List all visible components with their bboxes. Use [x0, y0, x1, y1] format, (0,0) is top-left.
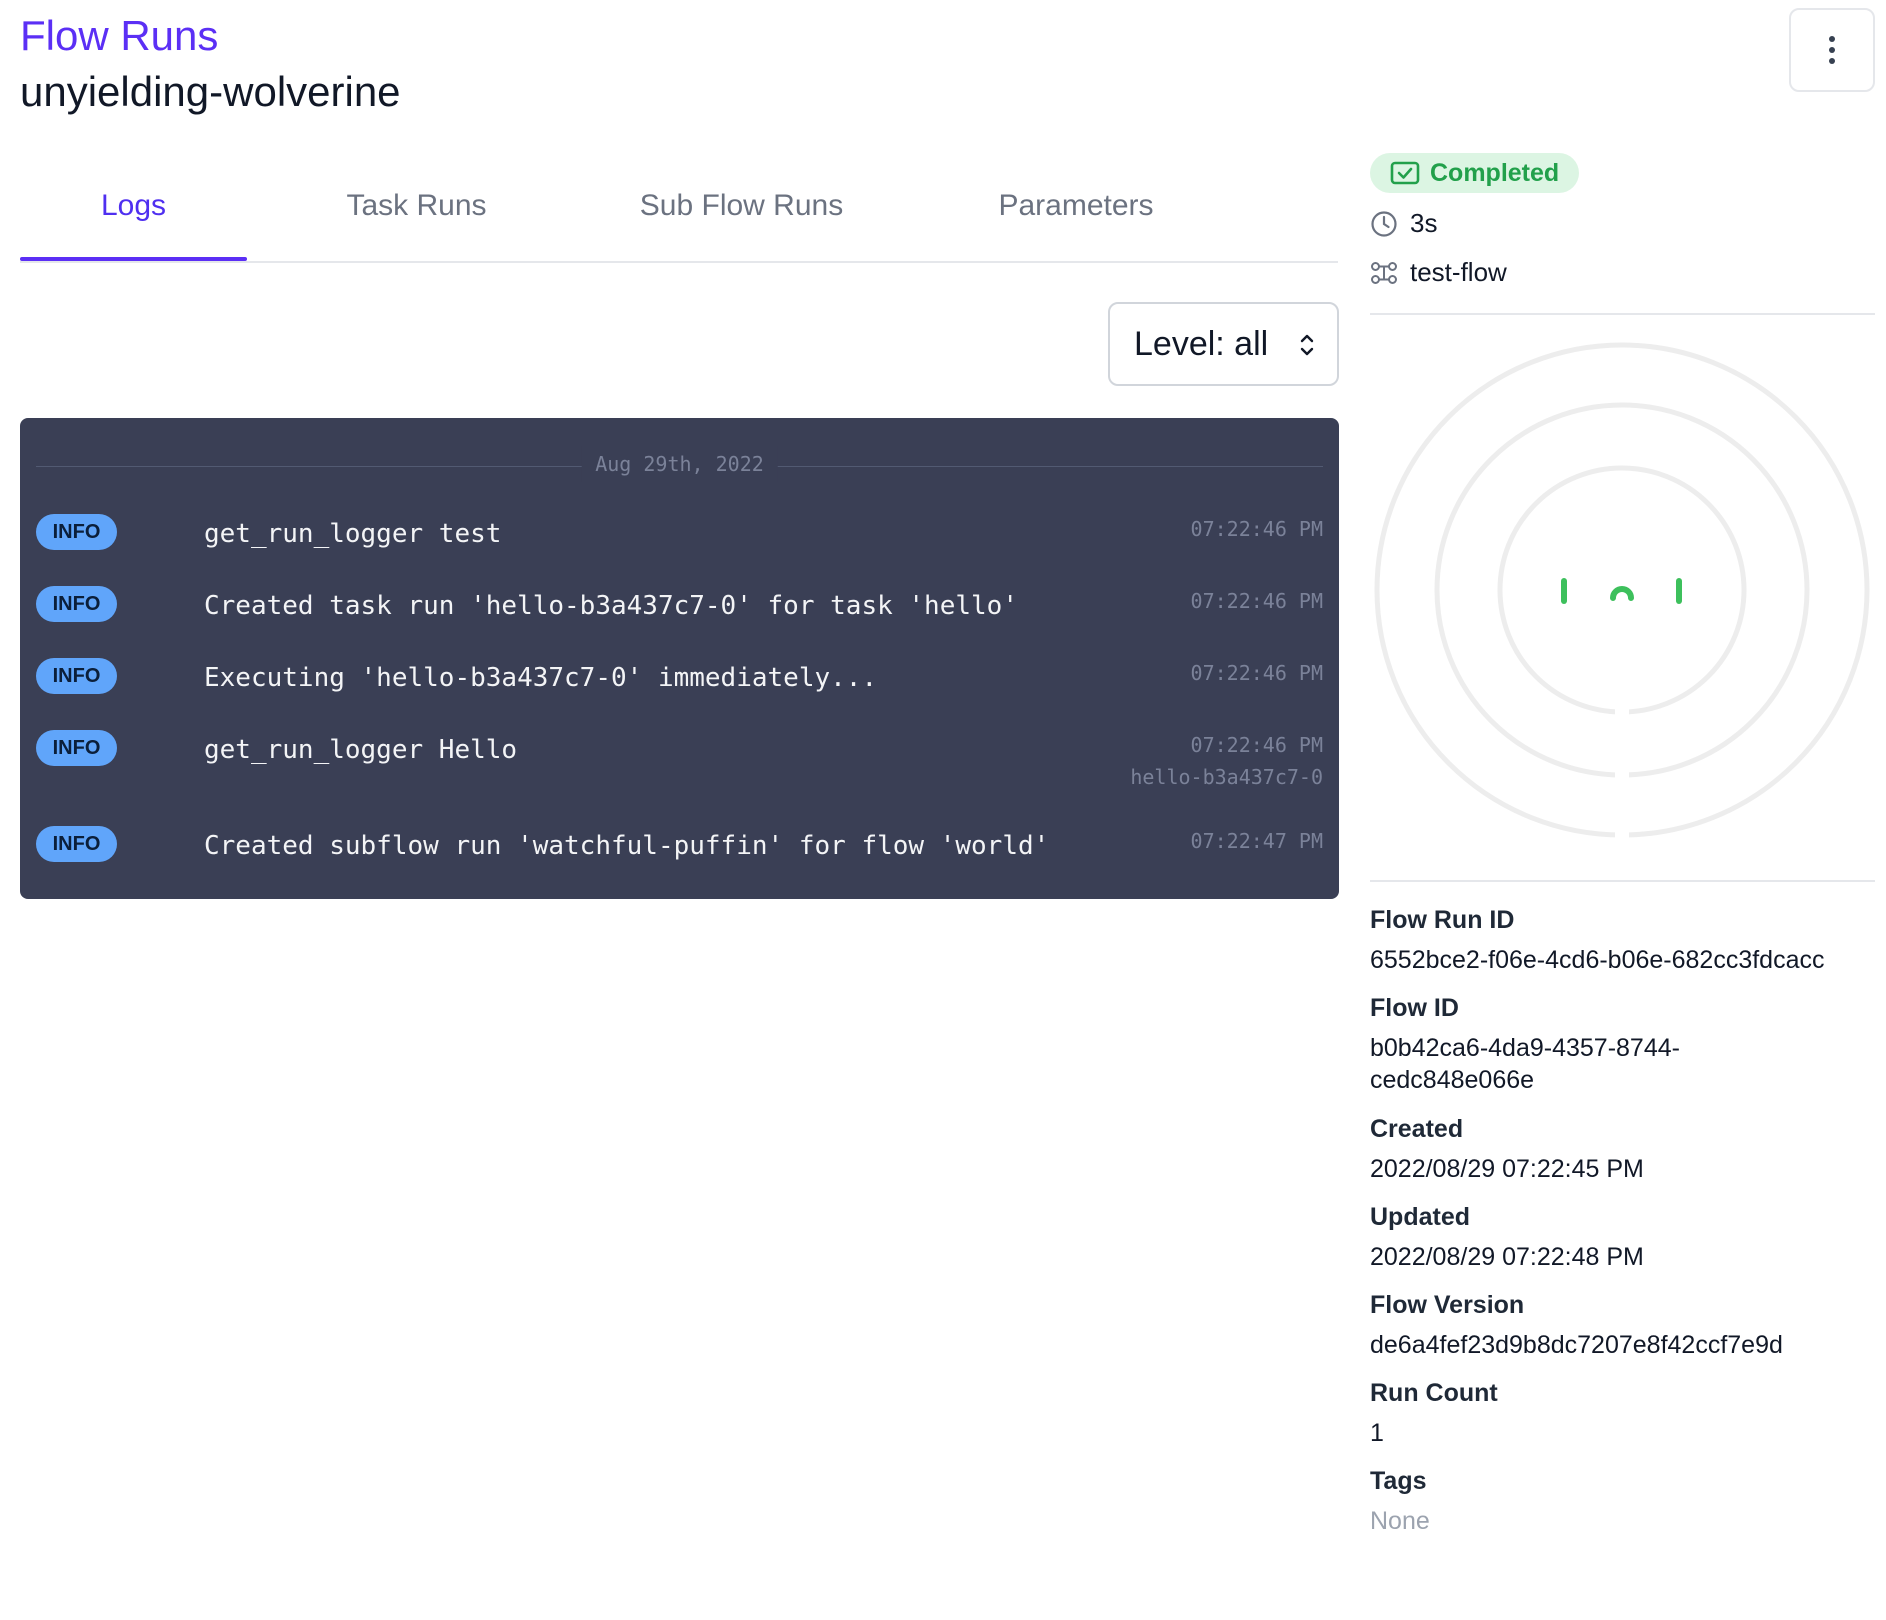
page-title: unyielding-wolverine	[20, 68, 401, 115]
log-task-run-link[interactable]: hello-b3a437c7-0	[1130, 762, 1323, 792]
log-message: Created task run 'hello-b3a437c7-0' for …	[204, 591, 1018, 621]
active-tab-indicator	[20, 257, 247, 261]
detail-value-created: 2022/08/29 07:22:45 PM	[1370, 1155, 1644, 1183]
detail-value-updated: 2022/08/29 07:22:48 PM	[1370, 1243, 1644, 1271]
detail-value-flow-run-id: 6552bce2-f06e-4cd6-b06e-682cc3fdcacc	[1370, 946, 1825, 974]
detail-label-flow-id: Flow ID	[1370, 994, 1459, 1022]
log-level-badge: INFO	[36, 826, 117, 862]
check-square-icon	[1390, 161, 1420, 185]
detail-value-tags: None	[1370, 1507, 1430, 1535]
tab-bar: Logs Task Runs Sub Flow Runs Parameters	[20, 150, 1338, 263]
log-timestamp: 07:22:46 PM	[1190, 661, 1323, 685]
tab-logs[interactable]: Logs	[20, 150, 247, 261]
more-options-button[interactable]	[1789, 8, 1875, 92]
flow-name-row[interactable]: test-flow	[1370, 257, 1507, 288]
duration-row: 3s	[1370, 208, 1437, 239]
breadcrumb-flow-runs[interactable]: Flow Runs	[20, 12, 218, 60]
log-message: Executing 'hello-b3a437c7-0' immediately…	[204, 663, 878, 693]
flow-run-radar	[1374, 342, 1870, 850]
tab-sub-flow-runs[interactable]: Sub Flow Runs	[606, 150, 877, 261]
log-timestamp: 07:22:47 PM	[1190, 829, 1323, 853]
detail-value-flow-id: b0b42ca6-4da9-4357-8744-cedc848e066e	[1370, 1034, 1680, 1094]
log-level-value: Level: all	[1134, 324, 1269, 363]
log-level-badge: INFO	[36, 658, 117, 694]
logs-panel: Aug 29th, 2022 INFO get_run_logger test …	[20, 418, 1339, 899]
log-message: get_run_logger test	[204, 519, 502, 549]
flow-name[interactable]: test-flow	[1410, 257, 1507, 288]
log-message: get_run_logger Hello	[204, 735, 518, 765]
log-level-select[interactable]: Level: all	[1108, 302, 1339, 386]
duration-value: 3s	[1410, 208, 1438, 238]
tab-task-runs[interactable]: Task Runs	[300, 150, 533, 261]
radar-nodes	[1561, 578, 1682, 604]
vertical-ellipsis-icon	[1829, 36, 1835, 64]
log-level-badge: INFO	[36, 730, 117, 766]
log-timestamp: 07:22:46 PM	[1190, 589, 1323, 613]
detail-label-created: Created	[1370, 1115, 1464, 1143]
divider	[1370, 313, 1875, 315]
detail-label-tags: Tags	[1370, 1467, 1427, 1495]
select-chevrons-icon	[1300, 334, 1314, 356]
log-date: Aug 29th, 2022	[581, 446, 778, 482]
divider	[1370, 880, 1875, 882]
log-message: Created subflow run 'watchful-puffin' fo…	[204, 831, 1050, 861]
detail-label-updated: Updated	[1370, 1203, 1470, 1231]
status-badge: Completed	[1370, 153, 1580, 193]
detail-value-flow-version: de6a4fef23d9b8dc7207e8f42ccf7e9d	[1370, 1331, 1783, 1359]
detail-value-run-count: 1	[1370, 1419, 1384, 1447]
log-level-badge: INFO	[36, 586, 117, 622]
log-timestamp: 07:22:46 PM	[1190, 517, 1323, 541]
status-label: Completed	[1430, 158, 1560, 187]
detail-label-flow-version: Flow Version	[1370, 1291, 1525, 1319]
tab-parameters[interactable]: Parameters	[958, 150, 1194, 261]
log-timestamp: 07:22:46 PM	[1190, 733, 1323, 757]
detail-label-flow-run-id: Flow Run ID	[1370, 906, 1515, 934]
clock-icon	[1371, 210, 1397, 237]
log-level-badge: INFO	[36, 514, 117, 550]
flow-icon	[1371, 261, 1397, 284]
detail-label-run-count: Run Count	[1370, 1379, 1498, 1407]
